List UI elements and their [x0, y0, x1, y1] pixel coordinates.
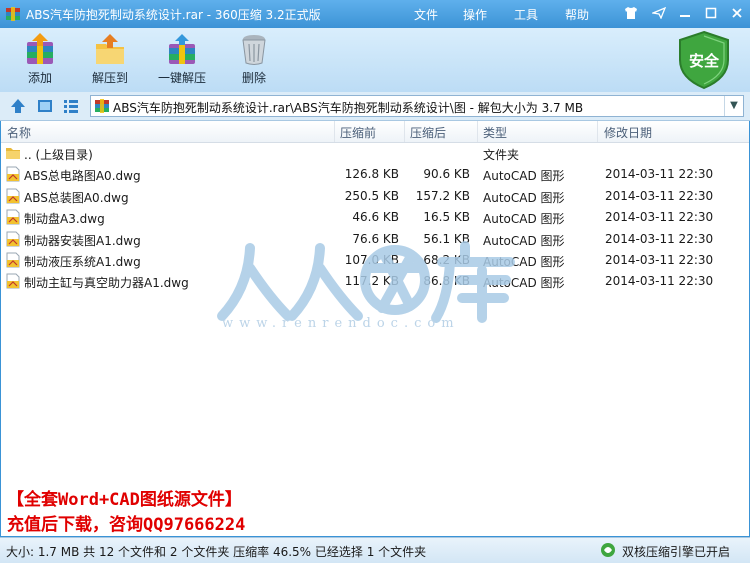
one-click-extract-label: 一键解压	[157, 71, 206, 85]
column-divider[interactable]	[334, 121, 335, 142]
column-type[interactable]: 类型	[483, 124, 507, 141]
file-name: ABS总装图A0.dwg	[24, 190, 129, 205]
menu-operate[interactable]: 操作	[463, 6, 487, 23]
column-divider[interactable]	[404, 121, 405, 142]
minimize-button[interactable]	[674, 4, 696, 22]
column-name[interactable]: 名称	[7, 124, 31, 141]
status-summary: 大小: 1.7 MB 共 12 个文件和 2 个文件夹 压缩率 46.5% 已经…	[6, 545, 427, 559]
dwg-file-icon	[6, 231, 20, 247]
column-divider[interactable]	[597, 121, 598, 142]
file-modified: 2014-03-11 22:30	[605, 253, 714, 267]
add-button[interactable]: 添加	[8, 30, 72, 90]
file-size-before: 107.0 KB	[344, 253, 399, 267]
file-type: AutoCAD 图形	[483, 169, 565, 184]
file-type: 文件夹	[483, 148, 520, 162]
dwg-file-icon	[6, 273, 20, 289]
address-path: ABS汽车防抱死制动系统设计.rar\ABS汽车防抱死制动系统设计\图 - 解包…	[113, 101, 584, 115]
file-modified: 2014-03-11 22:30	[605, 231, 714, 246]
file-row[interactable]: 制动液压系统A1.dwg 107.0 KB 68.2 KB AutoCAD 图形 201…	[1, 250, 749, 271]
address-bar[interactable]: ABS汽车防抱死制动系统设计.rar\ABS汽车防抱死制动系统设计\图 - 解包…	[90, 95, 744, 117]
trash-bin-icon	[242, 35, 266, 65]
promo-line-1: 【全套Word+CAD图纸源文件】	[7, 490, 242, 510]
dual-core-engine-icon	[601, 543, 615, 557]
file-modified: 2014-03-11 22:30	[605, 210, 714, 225]
file-size-after: 86.8 KB	[423, 274, 470, 289]
file-name: 制动主缸与真空助力器A1.dwg	[24, 276, 189, 291]
file-modified: 2014-03-11 22:30	[605, 167, 714, 182]
file-size-after: 16.5 KB	[423, 210, 470, 225]
menu-tools[interactable]: 工具	[514, 6, 538, 23]
security-label: 安全	[688, 52, 719, 70]
extract-folder-icon	[96, 34, 124, 64]
file-name: 制动液压系统A1.dwg	[24, 255, 141, 269]
file-type: AutoCAD 图形	[483, 190, 565, 205]
file-size-after: 68.2 KB	[423, 253, 470, 267]
file-modified: 2014-03-11 22:30	[605, 274, 714, 289]
view-thumbnail-icon[interactable]	[37, 98, 53, 114]
list-header: 名称 压缩前 压缩后 类型 修改日期	[1, 121, 749, 143]
feedback-icon[interactable]	[648, 4, 670, 22]
file-name: .. (上级目录)	[24, 148, 93, 162]
column-modified[interactable]: 修改日期	[604, 124, 652, 141]
chevron-down-icon[interactable]: ▼	[724, 96, 743, 116]
menu-help[interactable]: 帮助	[565, 6, 589, 23]
file-size-before: 76.6 KB	[352, 231, 399, 246]
file-size-after: 157.2 KB	[415, 188, 470, 203]
file-name: ABS总电路图A0.dwg	[24, 169, 141, 184]
rar-archive-icon	[95, 99, 109, 113]
engine-status[interactable]: 双核压缩引擎已开启	[622, 543, 730, 560]
add-archive-icon	[27, 33, 53, 64]
folder-icon	[6, 148, 20, 159]
close-button[interactable]	[726, 4, 748, 22]
title-bar: ABS汽车防抱死制动系统设计.rar - 360压缩 3.2正式版 文件 操作 …	[0, 0, 750, 28]
rar-archive-icon	[6, 7, 20, 21]
file-type: AutoCAD 图形	[483, 233, 565, 248]
dwg-file-icon	[6, 209, 20, 225]
file-name: 制动器安装图A1.dwg	[24, 233, 141, 248]
file-row[interactable]: ABS总电路图A0.dwg 126.8 KB 90.6 KB AutoCAD 图形 20…	[1, 164, 749, 185]
status-bar: 大小: 1.7 MB 共 12 个文件和 2 个文件夹 压缩率 46.5% 已经…	[0, 537, 750, 563]
file-size-before: 250.5 KB	[344, 188, 399, 203]
file-modified: 2014-03-11 22:30	[605, 188, 714, 203]
file-size-before: 126.8 KB	[344, 167, 399, 182]
file-row[interactable]: 制动主缸与真空助力器A1.dwg 117.2 KB 86.8 KB AutoCAD 图…	[1, 271, 749, 292]
file-type: AutoCAD 图形	[483, 276, 565, 291]
menu-file[interactable]: 文件	[414, 6, 438, 23]
toolbar: 添加 解压到 一键解压 删除	[0, 28, 750, 93]
security-shield-button[interactable]: 安全	[676, 30, 732, 90]
file-row[interactable]: .. (上级目录) 文件夹	[1, 143, 749, 164]
file-row[interactable]: 制动盘A3.dwg 46.6 KB 16.5 KB AutoCAD 图形 2014-03…	[1, 207, 749, 228]
file-row[interactable]: 制动器安装图A1.dwg 76.6 KB 56.1 KB AutoCAD 图形 2014…	[1, 229, 749, 250]
delete-button[interactable]: 删除	[222, 30, 286, 90]
view-list-icon[interactable]	[63, 98, 79, 114]
file-size-after: 56.1 KB	[423, 231, 470, 246]
maximize-button[interactable]	[700, 4, 722, 22]
column-divider[interactable]	[477, 121, 478, 142]
watermark-url: www.renrendoc.com	[222, 316, 460, 331]
file-size-after: 90.6 KB	[423, 167, 470, 182]
address-row: ABS汽车防抱死制动系统设计.rar\ABS汽车防抱死制动系统设计\图 - 解包…	[0, 92, 750, 121]
up-arrow-icon[interactable]	[10, 98, 26, 114]
file-size-before: 46.6 KB	[352, 210, 399, 225]
promo-line-2: 充值后下载，咨询QQ97666224	[7, 515, 246, 535]
file-name: 制动盘A3.dwg	[24, 212, 105, 227]
extract-to-button[interactable]: 解压到	[78, 30, 142, 90]
file-size-before: 117.2 KB	[344, 274, 399, 289]
column-compressed-before[interactable]: 压缩前	[340, 124, 376, 141]
delete-label: 删除	[241, 71, 266, 85]
one-click-extract-button[interactable]: 一键解压	[150, 30, 214, 90]
file-row[interactable]: ABS总装图A0.dwg 250.5 KB 157.2 KB AutoCAD 图形 20…	[1, 186, 749, 207]
column-compressed-after[interactable]: 压缩后	[410, 124, 446, 141]
window-title: ABS汽车防抱死制动系统设计.rar - 360压缩 3.2正式版	[26, 8, 321, 22]
file-type: AutoCAD 图形	[483, 255, 565, 269]
dwg-file-icon	[6, 166, 20, 182]
add-label: 添加	[27, 71, 52, 85]
skin-shirt-icon[interactable]	[620, 4, 642, 22]
app-window: ABS汽车防抱死制动系统设计.rar - 360压缩 3.2正式版 文件 操作 …	[0, 0, 750, 563]
dwg-file-icon	[6, 252, 20, 268]
extract-to-label: 解压到	[91, 71, 128, 85]
dwg-file-icon	[6, 188, 20, 204]
file-type: AutoCAD 图形	[483, 212, 565, 227]
one-click-extract-icon	[169, 34, 195, 64]
